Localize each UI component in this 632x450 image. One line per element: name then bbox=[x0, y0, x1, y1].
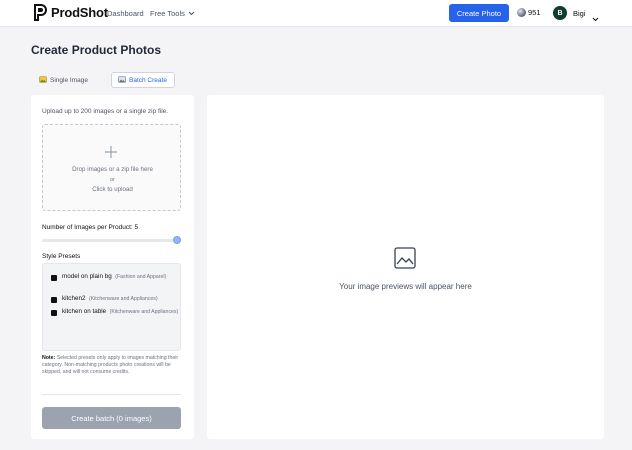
dropzone-click-text: Click to upload bbox=[92, 186, 133, 193]
preview-placeholder-text: Your image previews will appear here bbox=[339, 282, 472, 291]
preview-panel: Your image previews will appear here bbox=[207, 95, 604, 439]
images-per-product-label: Number of Images per Product: 5 bbox=[42, 224, 139, 231]
chevron-down-icon bbox=[188, 9, 195, 18]
batch-settings-panel: Upload up to 200 images or a single zip … bbox=[31, 95, 194, 439]
create-batch-button[interactable]: Create batch (0 images) bbox=[42, 407, 181, 429]
preset-name: model on plain bg bbox=[62, 273, 112, 280]
preset-name: kitchen on table bbox=[62, 308, 107, 315]
tab-batch-create[interactable]: Batch Create bbox=[111, 72, 175, 88]
image-emoji-icon bbox=[39, 75, 47, 85]
image-placeholder-icon bbox=[394, 247, 416, 274]
preset-checkbox[interactable] bbox=[51, 297, 57, 303]
brand-logo[interactable]: ProdShot bbox=[33, 4, 108, 21]
dropzone-or-text: or bbox=[110, 177, 115, 183]
images-icon bbox=[118, 75, 126, 85]
username[interactable]: Bigi bbox=[573, 9, 586, 18]
dropzone-drop-text: Drop images or a zip file here bbox=[72, 166, 153, 173]
avatar[interactable]: B bbox=[553, 6, 567, 20]
preset-category: (Kitchenware and Appliances) bbox=[88, 296, 158, 302]
create-photo-button[interactable]: Create Photo bbox=[449, 4, 509, 22]
preset-item[interactable]: model on plain bg (Fashion and Apparel) bbox=[51, 272, 179, 282]
tab-single-image-label: Single Image bbox=[50, 76, 88, 84]
note-text: Selected presets only apply to images ma… bbox=[42, 355, 179, 375]
preset-item[interactable]: kitchen on table (Kitchenware and Applia… bbox=[51, 307, 179, 317]
preset-item[interactable]: kitchen2 (Kitchenware and Appliances) bbox=[51, 294, 179, 304]
brand-name: ProdShot bbox=[51, 5, 108, 20]
credits-coin-icon bbox=[517, 8, 526, 17]
style-presets-list: model on plain bg (Fashion and Apparel) … bbox=[42, 263, 181, 351]
prodshot-logo-icon bbox=[33, 4, 47, 21]
presets-note: Note: Selected presets only apply to ima… bbox=[42, 355, 184, 376]
slider-handle[interactable] bbox=[173, 236, 181, 244]
nav-free-tools-label: Free Tools bbox=[150, 9, 185, 18]
top-bar: ProdShot Dashboard Free Tools Create Pho… bbox=[0, 0, 632, 27]
note-label: Note: bbox=[42, 355, 56, 361]
preset-category: (Fashion and Apparel) bbox=[115, 274, 167, 280]
preset-checkbox[interactable] bbox=[51, 310, 57, 316]
nav-free-tools-dropdown[interactable]: Free Tools bbox=[150, 9, 195, 18]
divider bbox=[42, 394, 181, 395]
style-presets-label: Style Presets bbox=[42, 253, 81, 260]
tab-batch-create-label: Batch Create bbox=[129, 76, 167, 84]
preset-name: kitchen2 bbox=[62, 295, 86, 302]
images-per-product-slider[interactable] bbox=[42, 239, 181, 242]
user-menu-chevron-down-icon[interactable] bbox=[592, 9, 599, 27]
nav-dashboard-link[interactable]: Dashboard bbox=[107, 9, 144, 18]
page-title: Create Product Photos bbox=[31, 43, 162, 57]
preset-checkbox[interactable] bbox=[51, 275, 57, 281]
upload-dropzone[interactable]: Drop images or a zip file here or Click … bbox=[42, 124, 181, 211]
credits-balance: 951 bbox=[517, 8, 541, 17]
upload-hint: Upload up to 200 images or a single zip … bbox=[42, 108, 169, 115]
credits-count: 951 bbox=[528, 8, 541, 17]
preset-category: (Kitchenware and Appliances) bbox=[109, 309, 179, 315]
tab-single-image[interactable]: Single Image bbox=[33, 72, 105, 88]
plus-icon bbox=[105, 143, 117, 161]
